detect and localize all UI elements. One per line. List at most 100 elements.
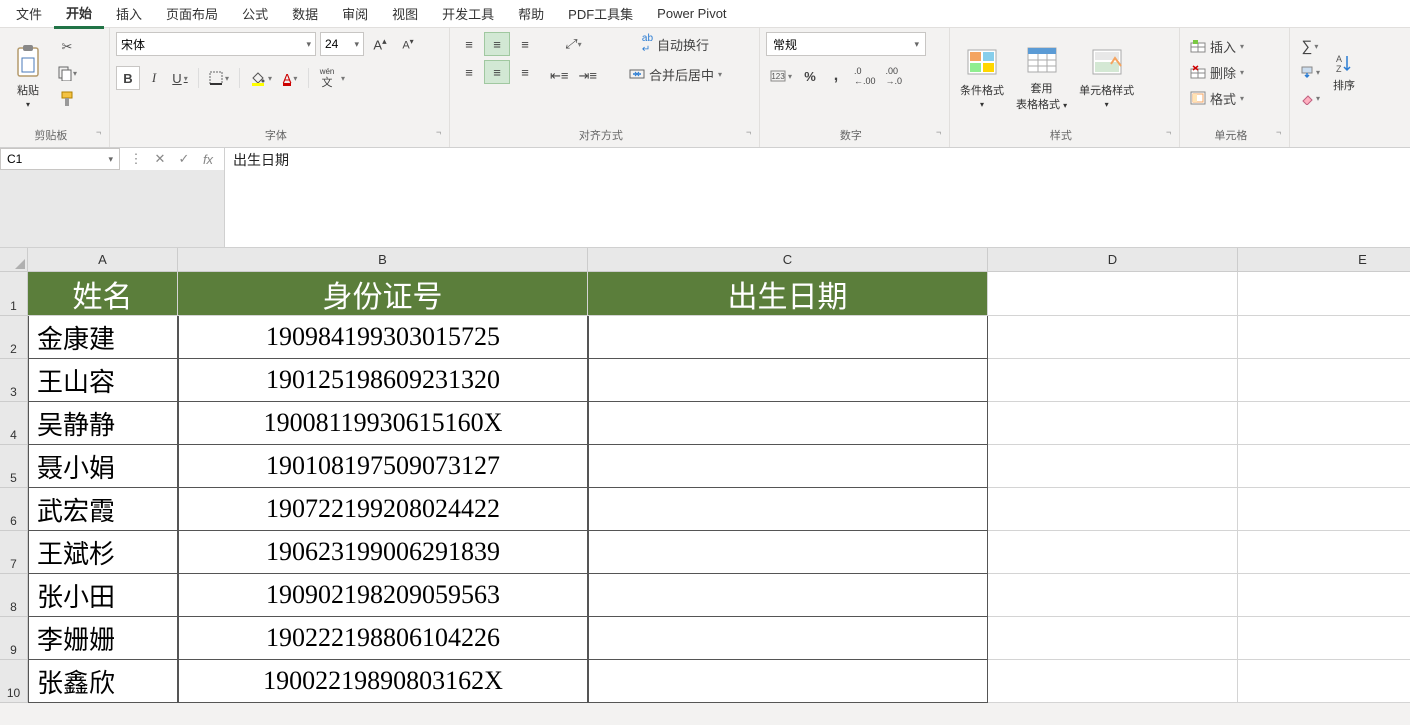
format-painter-button[interactable] bbox=[54, 88, 80, 110]
insert-function-button[interactable]: fx bbox=[196, 148, 220, 170]
bold-button[interactable]: B bbox=[116, 66, 140, 90]
cancel-formula-button[interactable]: ✕ bbox=[148, 148, 172, 170]
cell-A3[interactable]: 王山容 bbox=[28, 359, 178, 402]
font-size-combo[interactable]: 24 bbox=[320, 32, 364, 56]
cell-C7[interactable] bbox=[588, 531, 988, 574]
accounting-format-button[interactable]: 123▾ bbox=[766, 64, 796, 88]
cell-C9[interactable] bbox=[588, 617, 988, 660]
cell-D7[interactable] bbox=[988, 531, 1238, 574]
expand-name-box-button[interactable]: ⋮ bbox=[124, 148, 148, 170]
cell-A10[interactable]: 张鑫欣 bbox=[28, 660, 178, 703]
enter-formula-button[interactable]: ✓ bbox=[172, 148, 196, 170]
border-button[interactable]: ▾ bbox=[205, 66, 233, 90]
cell-C6[interactable] bbox=[588, 488, 988, 531]
cell-B6[interactable]: 190722199208024422 bbox=[178, 488, 588, 531]
menu-item-8[interactable]: 开发工具 bbox=[430, 0, 506, 27]
cut-button[interactable]: ✂ bbox=[54, 36, 80, 58]
cell-D6[interactable] bbox=[988, 488, 1238, 531]
row-header-4[interactable]: 4 bbox=[0, 402, 28, 445]
cell-C2[interactable] bbox=[588, 316, 988, 359]
cell-C1[interactable]: 出生日期 bbox=[588, 272, 988, 316]
copy-button[interactable]: ▾ bbox=[54, 62, 80, 84]
row-header-3[interactable]: 3 bbox=[0, 359, 28, 402]
cell-E2[interactable] bbox=[1238, 316, 1410, 359]
cell-D5[interactable] bbox=[988, 445, 1238, 488]
cell-B9[interactable]: 190222198806104226 bbox=[178, 617, 588, 660]
cell-C8[interactable] bbox=[588, 574, 988, 617]
font-name-combo[interactable]: 宋体 bbox=[116, 32, 316, 56]
row-header-9[interactable]: 9 bbox=[0, 617, 28, 660]
cell-D9[interactable] bbox=[988, 617, 1238, 660]
menu-item-4[interactable]: 公式 bbox=[230, 0, 280, 27]
percent-button[interactable]: % bbox=[798, 64, 822, 88]
menu-item-2[interactable]: 插入 bbox=[104, 0, 154, 27]
cell-D10[interactable] bbox=[988, 660, 1238, 703]
menu-item-5[interactable]: 数据 bbox=[280, 0, 330, 27]
orientation-button[interactable]: ⤢▾ bbox=[546, 32, 601, 56]
cell-D1[interactable] bbox=[988, 272, 1238, 316]
cell-E5[interactable] bbox=[1238, 445, 1410, 488]
cell-B1[interactable]: 身份证号 bbox=[178, 272, 588, 316]
fill-button[interactable]: ▾ bbox=[1296, 60, 1324, 84]
menu-item-7[interactable]: 视图 bbox=[380, 0, 430, 27]
cell-C10[interactable] bbox=[588, 660, 988, 703]
cell-styles-button[interactable]: 单元格样式▾ bbox=[1075, 32, 1138, 122]
row-header-2[interactable]: 2 bbox=[0, 316, 28, 359]
cell-B5[interactable]: 190108197509073127 bbox=[178, 445, 588, 488]
col-header-C[interactable]: C bbox=[588, 248, 988, 272]
menu-item-10[interactable]: PDF工具集 bbox=[556, 0, 645, 27]
menu-item-9[interactable]: 帮助 bbox=[506, 0, 556, 27]
table-format-button[interactable]: 套用表格格式 ▾ bbox=[1012, 32, 1071, 122]
cell-B8[interactable]: 190902198209059563 bbox=[178, 574, 588, 617]
decrease-font-button[interactable]: A▾ bbox=[396, 32, 420, 56]
comma-button[interactable]: , bbox=[824, 64, 848, 88]
cell-E7[interactable] bbox=[1238, 531, 1410, 574]
formula-input[interactable]: 出生日期 bbox=[225, 148, 1410, 247]
increase-decimal-button[interactable]: .0←.00 bbox=[850, 64, 880, 88]
decrease-indent-button[interactable]: ⇤≡ bbox=[546, 64, 572, 88]
cell-A7[interactable]: 王斌杉 bbox=[28, 531, 178, 574]
row-header-8[interactable]: 8 bbox=[0, 574, 28, 617]
cell-A6[interactable]: 武宏霞 bbox=[28, 488, 178, 531]
cell-E6[interactable] bbox=[1238, 488, 1410, 531]
cell-C4[interactable] bbox=[588, 402, 988, 445]
cell-B10[interactable]: 19002219890803162X bbox=[178, 660, 588, 703]
align-bottom-center-button[interactable]: ≡ bbox=[484, 60, 510, 84]
cell-A8[interactable]: 张小田 bbox=[28, 574, 178, 617]
format-cells-button[interactable]: 格式▾ bbox=[1186, 86, 1248, 110]
align-bottom-left-button[interactable]: ≡ bbox=[456, 60, 482, 84]
menu-item-1[interactable]: 开始 bbox=[54, 0, 104, 29]
align-bottom-right-button[interactable]: ≡ bbox=[512, 60, 538, 84]
align-top-right-button[interactable]: ≡ bbox=[512, 32, 538, 56]
cell-E9[interactable] bbox=[1238, 617, 1410, 660]
cell-B2[interactable]: 190984199303015725 bbox=[178, 316, 588, 359]
increase-font-button[interactable]: A▴ bbox=[368, 32, 392, 56]
cell-E3[interactable] bbox=[1238, 359, 1410, 402]
name-box[interactable]: C1 bbox=[0, 148, 120, 170]
merge-center-button[interactable]: 合并后居中 ▾ bbox=[622, 62, 729, 86]
cell-A2[interactable]: 金康建 bbox=[28, 316, 178, 359]
cell-B7[interactable]: 190623199006291839 bbox=[178, 531, 588, 574]
decrease-decimal-button[interactable]: .00→.0 bbox=[882, 64, 907, 88]
wrap-text-button[interactable]: ab↵ 自动换行 bbox=[622, 32, 729, 56]
pinyin-button[interactable]: wén文 bbox=[315, 66, 339, 90]
cell-D8[interactable] bbox=[988, 574, 1238, 617]
autosum-button[interactable]: ∑▾ bbox=[1296, 34, 1324, 58]
underline-button[interactable]: U▾ bbox=[168, 66, 192, 90]
cell-A9[interactable]: 李姗姗 bbox=[28, 617, 178, 660]
conditional-format-button[interactable]: 条件格式▾ bbox=[956, 32, 1008, 122]
menu-item-6[interactable]: 审阅 bbox=[330, 0, 380, 27]
row-header-10[interactable]: 10 bbox=[0, 660, 28, 703]
cell-D4[interactable] bbox=[988, 402, 1238, 445]
col-header-B[interactable]: B bbox=[178, 248, 588, 272]
cell-E4[interactable] bbox=[1238, 402, 1410, 445]
row-header-5[interactable]: 5 bbox=[0, 445, 28, 488]
insert-cells-button[interactable]: 插入▾ bbox=[1186, 34, 1248, 58]
align-top-center-button[interactable]: ≡ bbox=[484, 32, 510, 56]
cell-B3[interactable]: 190125198609231320 bbox=[178, 359, 588, 402]
paste-button[interactable]: 粘贴▾ bbox=[6, 32, 50, 122]
cell-A4[interactable]: 吴静静 bbox=[28, 402, 178, 445]
select-all-corner[interactable] bbox=[0, 248, 28, 272]
menu-item-0[interactable]: 文件 bbox=[4, 0, 54, 27]
font-color-button[interactable]: A▾ bbox=[278, 66, 302, 90]
